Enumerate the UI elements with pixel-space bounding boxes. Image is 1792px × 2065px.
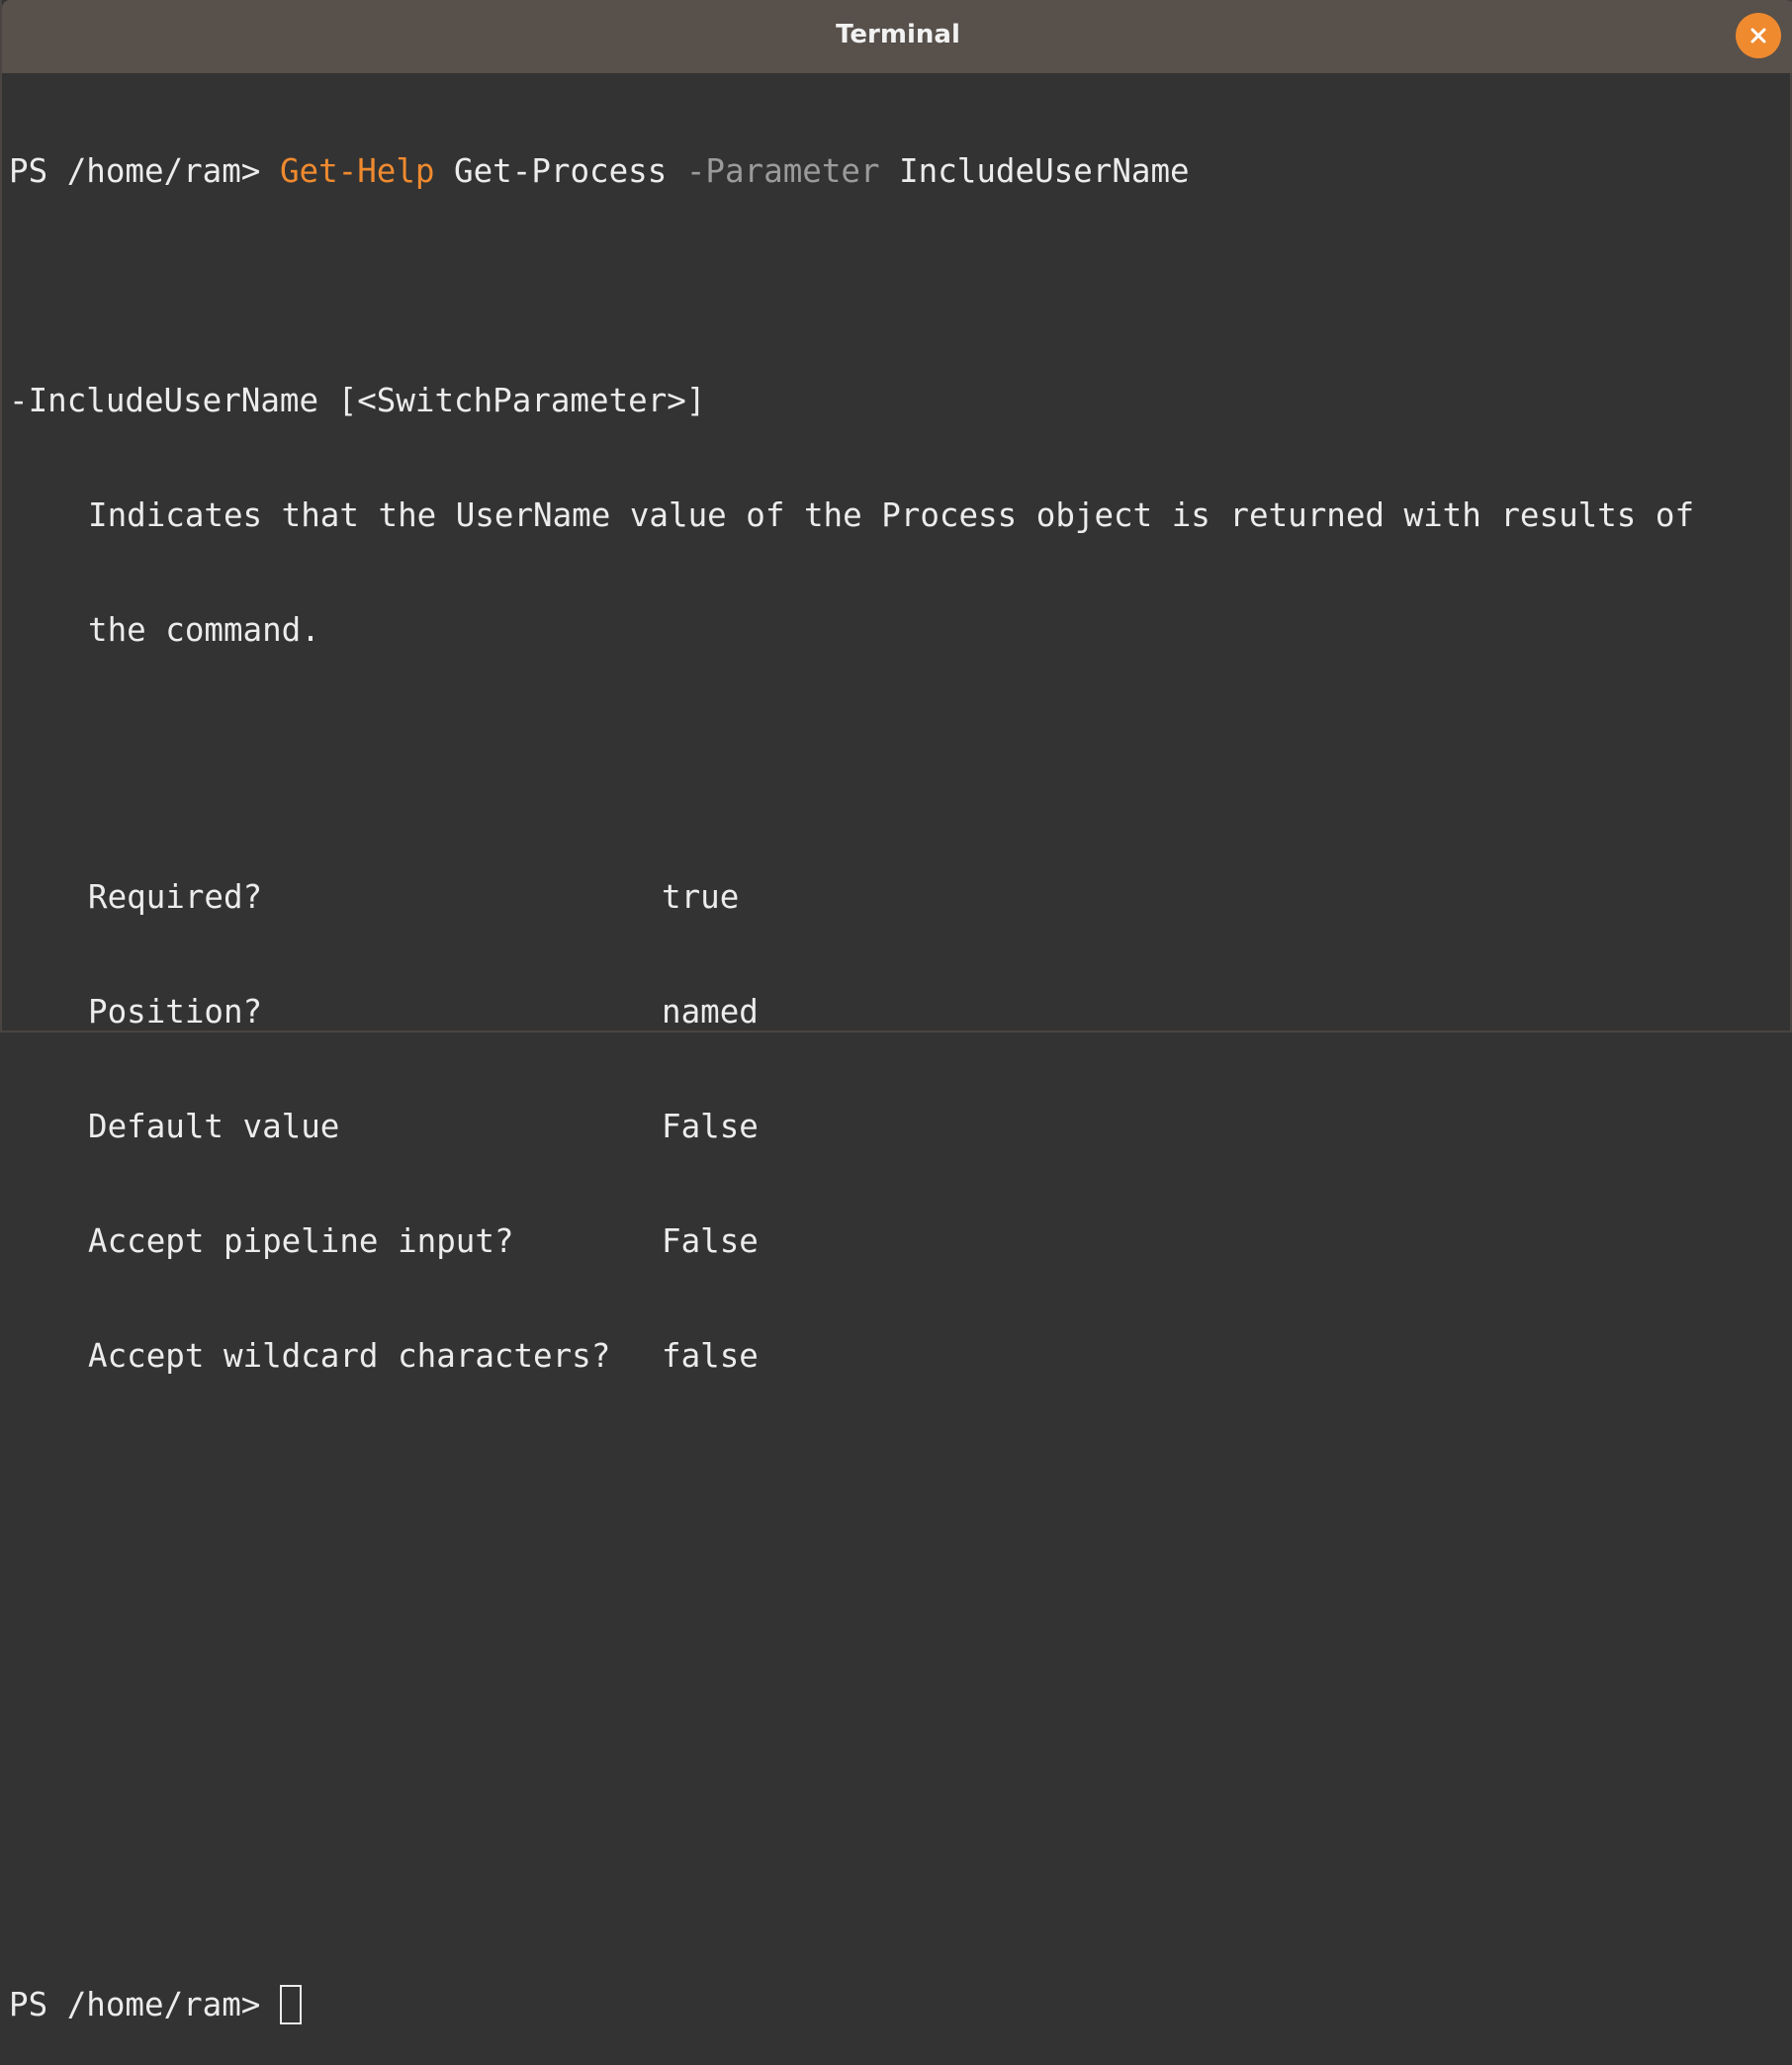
property-value: False (662, 1108, 759, 1145)
text-cursor (279, 1985, 302, 2024)
property-label: Required? (88, 878, 263, 916)
parameter-flag: -Parameter (685, 152, 880, 190)
parameter-value: IncludeUserName (879, 152, 1190, 190)
description-text: the command. (88, 611, 320, 649)
command-line: PS /home/ram> Get-Help Get-Process -Para… (9, 151, 1785, 191)
close-button[interactable] (1736, 13, 1781, 58)
window-title: Terminal (836, 20, 960, 49)
property-label: Accept wildcard characters? (88, 1337, 611, 1375)
terminal-output[interactable]: PS /home/ram> Get-Help Get-Process -Para… (9, 76, 1785, 2024)
property-row: Accept wildcard characters? false (9, 1336, 1785, 1376)
terminal-window: Terminal PS /home/ram> Get-Help Get-Proc… (0, 0, 1792, 2024)
property-row: Accept pipeline input? False (9, 1221, 1785, 1261)
property-label: Accept pipeline input? (88, 1222, 514, 1260)
description-text: Indicates that the UserName value of the… (88, 496, 1695, 534)
prompt: PS /home/ram> (9, 152, 280, 190)
property-label: Position? (88, 993, 263, 1031)
property-row: Default value False (9, 1107, 1785, 1146)
title-bar[interactable]: Terminal (2, 0, 1792, 73)
property-label: Default value (88, 1108, 340, 1145)
input-line[interactable]: PS /home/ram> (9, 1985, 1785, 2024)
property-row: Position? named (9, 992, 1785, 1032)
property-row: Required? true (9, 877, 1785, 917)
prompt: PS /home/ram> (9, 1986, 280, 2023)
property-value: true (662, 878, 740, 916)
parameter-header: -IncludeUserName [<SwitchParameter>] (9, 382, 706, 419)
command-argument: Get-Process (434, 152, 686, 190)
close-icon (1750, 28, 1766, 44)
description-line: the command. (9, 610, 1785, 650)
property-value: False (662, 1222, 759, 1260)
cmdlet: Get-Help (279, 152, 435, 190)
description-line: Indicates that the UserName value of the… (9, 495, 1785, 535)
property-value: false (662, 1337, 759, 1375)
property-value: named (662, 993, 759, 1031)
